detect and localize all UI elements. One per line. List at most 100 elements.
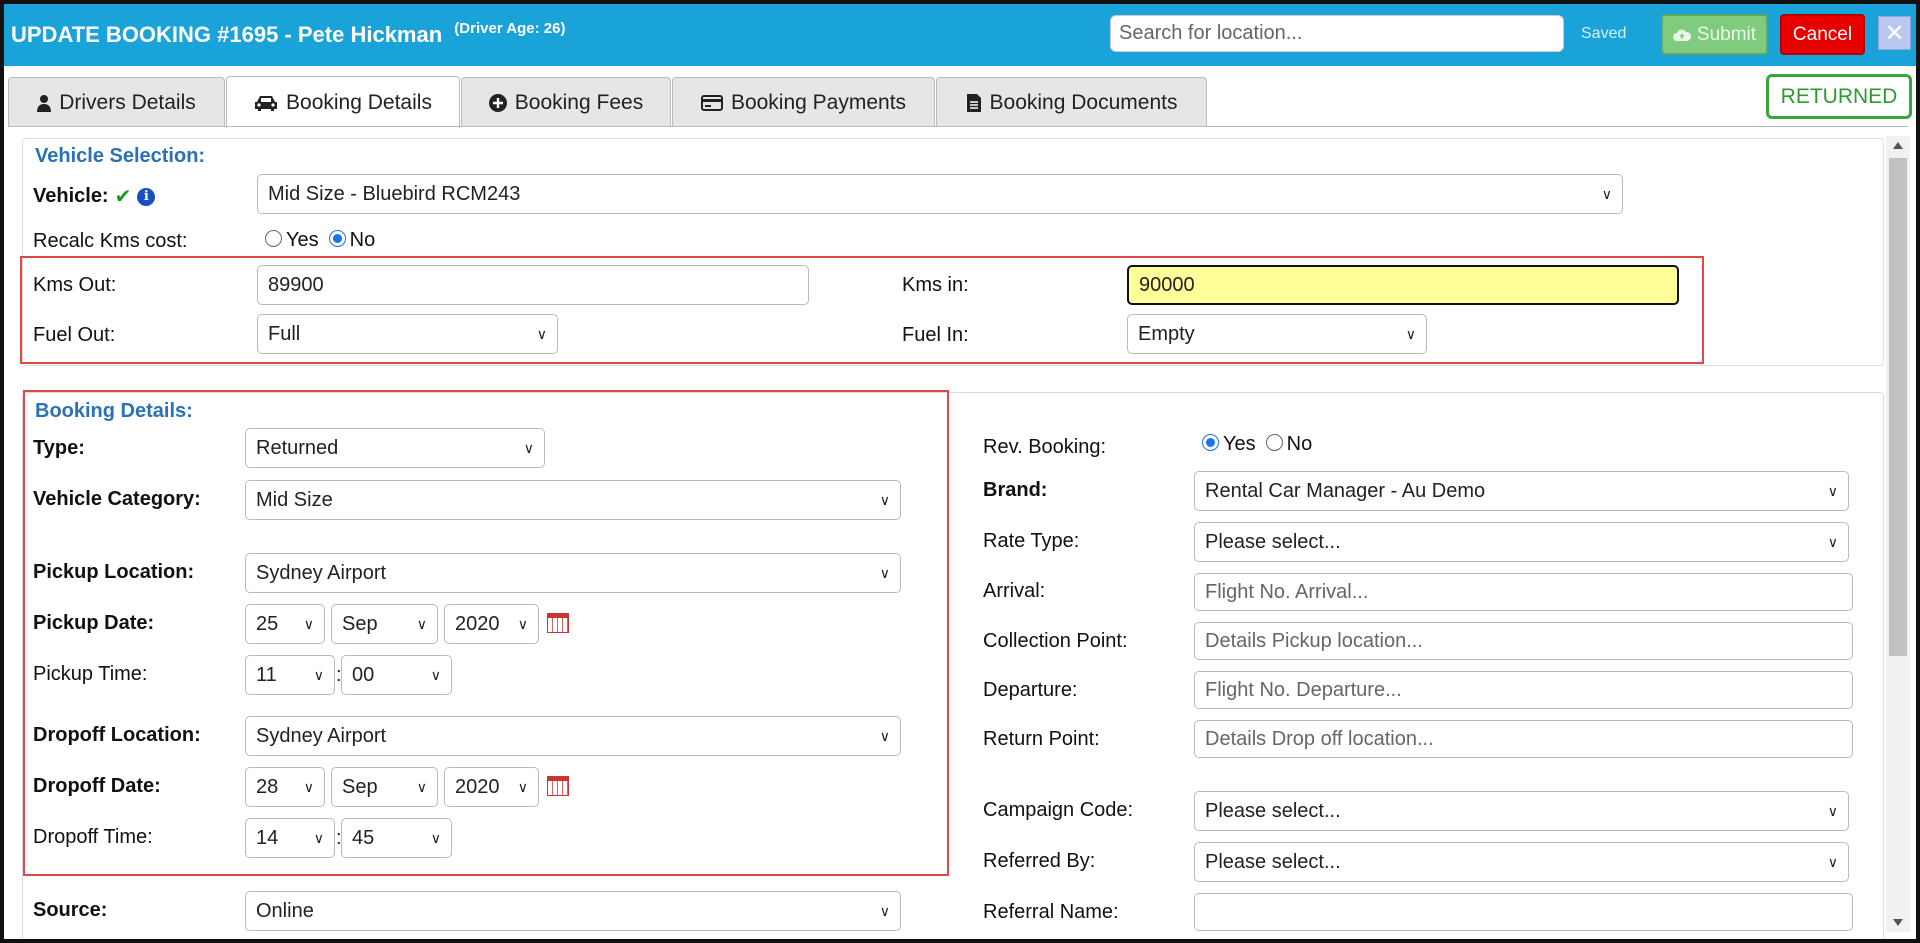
- pickup-month-select[interactable]: Sep ∨: [331, 604, 438, 644]
- pickup-location-select[interactable]: Sydney Airport ∨: [245, 553, 901, 593]
- chevron-down-icon: ∨: [879, 727, 890, 744]
- fuel-in-select[interactable]: Empty ∨: [1127, 314, 1427, 354]
- dropoff-day-select[interactable]: 28 ∨: [245, 767, 325, 807]
- referral-name-label: Referral Name:: [983, 901, 1119, 923]
- chevron-down-icon: ∨: [879, 564, 890, 581]
- chevron-down-icon: ∨: [416, 615, 427, 632]
- source-value: Online: [256, 899, 314, 922]
- source-select[interactable]: Online ∨: [245, 891, 901, 931]
- vertical-scrollbar[interactable]: [1886, 136, 1910, 932]
- vehicle-label: Vehicle:: [33, 185, 109, 207]
- chevron-down-icon: ∨: [1827, 853, 1838, 870]
- fuel-in-label: Fuel In:: [902, 324, 969, 346]
- dropoff-location-label: Dropoff Location:: [33, 724, 201, 746]
- rate-type-label: Rate Type:: [983, 530, 1080, 552]
- dropoff-year-select[interactable]: 2020 ∨: [444, 767, 539, 807]
- pickup-minute-value: 00: [352, 663, 375, 686]
- rev-booking-label: Rev. Booking:: [983, 436, 1107, 458]
- chevron-down-icon: ∨: [1827, 533, 1838, 550]
- dropoff-minute-select[interactable]: 45 ∨: [341, 818, 452, 858]
- rate-type-value: Please select...: [1205, 530, 1341, 553]
- tab-booking-details[interactable]: Booking Details: [226, 76, 460, 128]
- campaign-code-select[interactable]: Please select... ∨: [1194, 791, 1849, 831]
- pickup-day-select[interactable]: 25 ∨: [245, 604, 325, 644]
- pickup-location-value: Sydney Airport: [256, 561, 387, 584]
- rev-yes-radio[interactable]: [1202, 434, 1219, 451]
- referral-name-input[interactable]: [1194, 893, 1853, 931]
- chevron-down-icon: ∨: [303, 615, 314, 632]
- close-button[interactable]: ✕: [1878, 16, 1911, 50]
- booking-title: UPDATE BOOKING #1695 - Pete Hickman: [11, 22, 443, 47]
- fuel-out-value: Full: [268, 322, 301, 345]
- vehicle-label-group: Vehicle: ✔ i: [33, 184, 156, 209]
- recalc-kms-label: Recalc Kms cost:: [33, 230, 188, 252]
- dropoff-location-select[interactable]: Sydney Airport ∨: [245, 716, 901, 756]
- departure-label: Departure:: [983, 679, 1078, 701]
- chevron-down-icon: ∨: [313, 829, 324, 846]
- info-icon[interactable]: i: [137, 187, 156, 206]
- header-bar: UPDATE BOOKING #1695 - Pete Hickman (Dri…: [4, 4, 1916, 66]
- recalc-yes-radio[interactable]: [265, 230, 282, 247]
- tab-booking-fees[interactable]: Booking Fees: [461, 77, 671, 127]
- calendar-icon[interactable]: [547, 613, 569, 633]
- vehicle-selection-title: Vehicle Selection:: [35, 145, 206, 167]
- rate-type-select[interactable]: Please select... ∨: [1194, 522, 1849, 562]
- chevron-down-icon: ∨: [430, 666, 441, 683]
- scrollbar-thumb[interactable]: [1889, 158, 1907, 656]
- booking-window: UPDATE BOOKING #1695 - Pete Hickman (Dri…: [0, 0, 1920, 943]
- dropoff-month-select[interactable]: Sep ∨: [331, 767, 438, 807]
- tab-booking-documents[interactable]: Booking Documents: [936, 77, 1207, 127]
- dropoff-day-value: 28: [256, 775, 279, 798]
- departure-input[interactable]: [1194, 671, 1853, 709]
- vehicle-select[interactable]: Mid Size - Bluebird RCM243 ∨: [257, 174, 1623, 214]
- campaign-code-value: Please select...: [1205, 799, 1341, 822]
- scroll-up-icon[interactable]: [1893, 142, 1903, 149]
- chevron-down-icon: ∨: [1827, 802, 1838, 819]
- dropoff-hour-select[interactable]: 14 ∨: [245, 818, 335, 858]
- type-select[interactable]: Returned ∨: [245, 428, 545, 468]
- brand-value: Rental Car Manager - Au Demo: [1205, 479, 1486, 502]
- chevron-down-icon: ∨: [879, 491, 890, 508]
- location-search-input[interactable]: [1110, 15, 1564, 52]
- referred-by-label: Referred By:: [983, 850, 1096, 872]
- chevron-down-icon: ∨: [313, 666, 324, 683]
- pickup-hour-select[interactable]: 11 ∨: [245, 655, 335, 695]
- kms-in-label: Kms in:: [902, 274, 969, 296]
- plus-circle-icon: [488, 93, 507, 112]
- tab-booking-payments[interactable]: Booking Payments: [672, 77, 935, 127]
- kms-out-input[interactable]: [257, 265, 809, 305]
- vehicle-category-select[interactable]: Mid Size ∨: [245, 480, 901, 520]
- tab-label: Booking Payments: [730, 90, 907, 114]
- arrival-label: Arrival:: [983, 580, 1046, 602]
- brand-select[interactable]: Rental Car Manager - Au Demo ∨: [1194, 471, 1849, 511]
- pickup-minute-select[interactable]: 00 ∨: [341, 655, 452, 695]
- user-icon: [37, 94, 52, 112]
- source-label: Source:: [33, 899, 108, 921]
- collection-point-label: Collection Point:: [983, 630, 1128, 652]
- submit-button[interactable]: Submit: [1661, 14, 1768, 55]
- return-point-input[interactable]: [1194, 720, 1853, 758]
- chevron-down-icon: ∨: [1405, 325, 1416, 342]
- recalc-kms-radio-group: Yes No: [265, 229, 375, 252]
- kms-in-input[interactable]: [1127, 265, 1679, 305]
- pickup-year-select[interactable]: 2020 ∨: [444, 604, 539, 644]
- rev-no-radio[interactable]: [1265, 434, 1283, 451]
- cancel-button[interactable]: Cancel: [1780, 14, 1865, 55]
- referred-by-select[interactable]: Please select... ∨: [1194, 842, 1849, 882]
- rev-no-label: No: [1286, 433, 1313, 455]
- arrival-input[interactable]: [1194, 573, 1853, 611]
- recalc-no-radio[interactable]: [328, 230, 346, 247]
- dropoff-date-label: Dropoff Date:: [33, 775, 161, 797]
- recalc-no-label: No: [349, 229, 376, 251]
- calendar-icon[interactable]: [547, 776, 569, 796]
- collection-point-input[interactable]: [1194, 622, 1853, 660]
- fuel-out-select[interactable]: Full ∨: [257, 314, 558, 354]
- rev-booking-radio-group: Yes No: [1202, 433, 1312, 456]
- recalc-yes-label: Yes: [286, 229, 319, 251]
- close-icon: ✕: [1884, 19, 1905, 47]
- chevron-down-icon: ∨: [517, 615, 528, 632]
- tab-drivers-details[interactable]: Drivers Details: [8, 77, 225, 127]
- tab-label: Booking Documents: [989, 90, 1178, 114]
- scroll-down-icon[interactable]: [1893, 919, 1903, 926]
- chevron-down-icon: ∨: [523, 439, 534, 456]
